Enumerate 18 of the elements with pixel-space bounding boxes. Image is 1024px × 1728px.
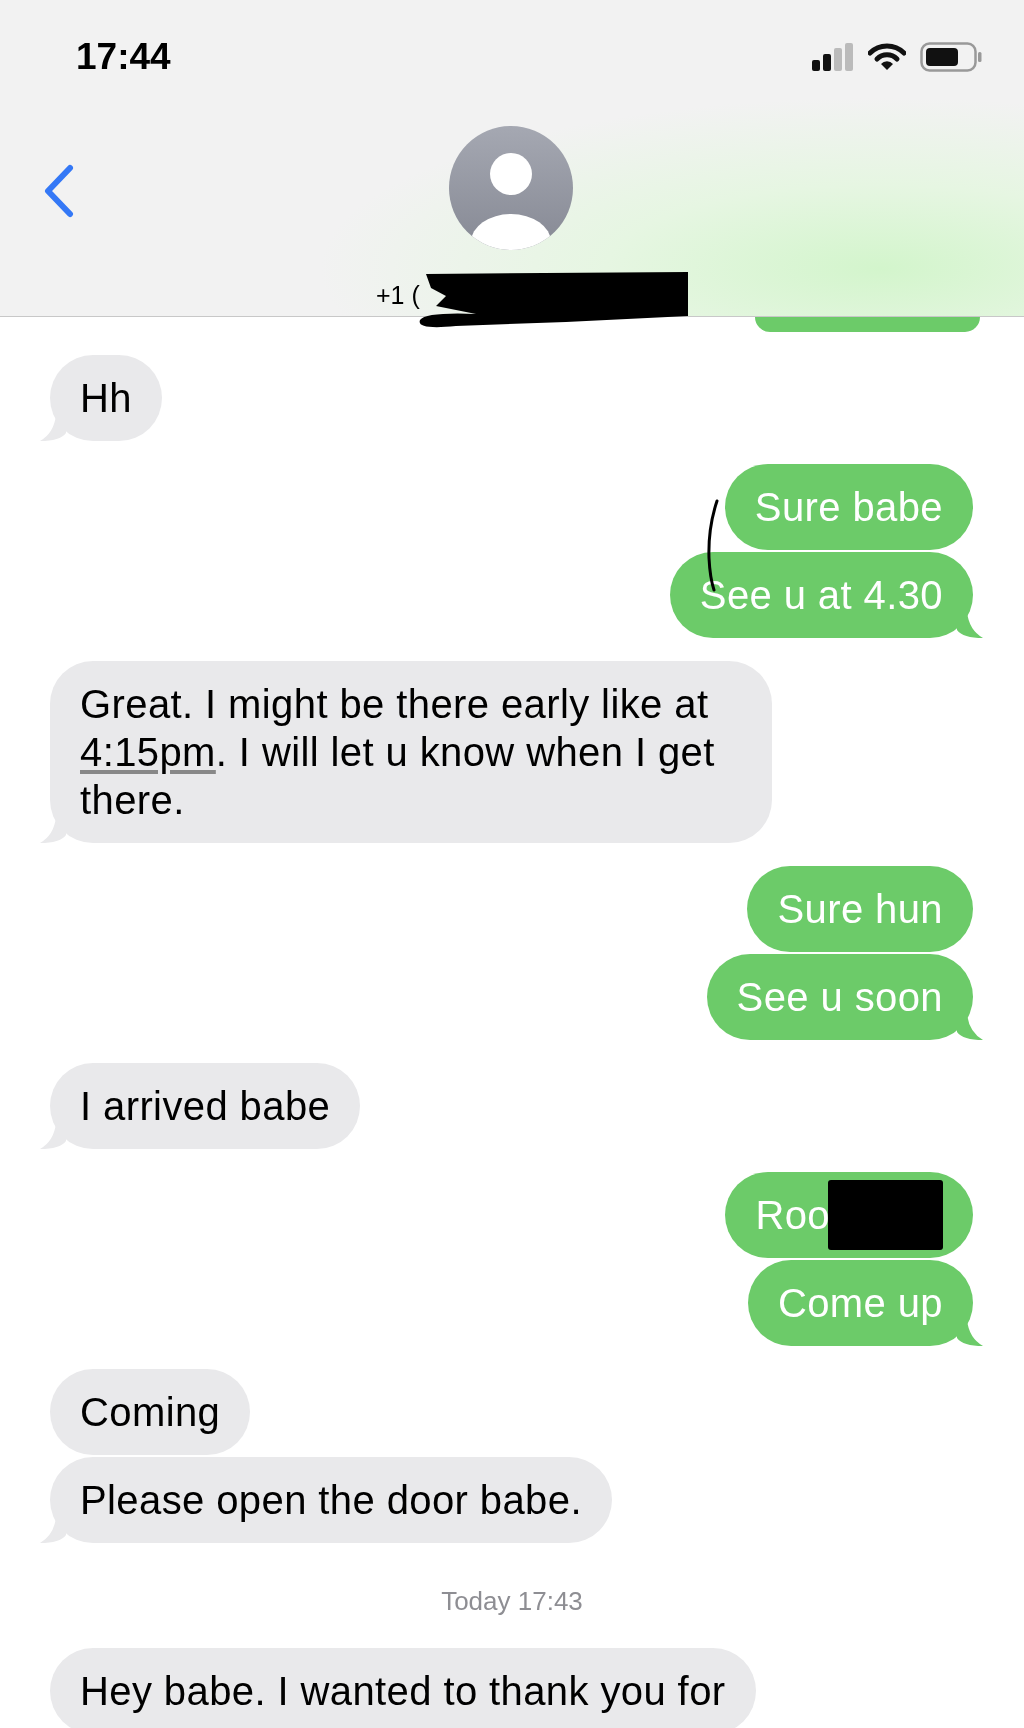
message-bubble: Coming: [50, 1369, 251, 1455]
wifi-icon: [868, 42, 906, 71]
battery-icon: [920, 41, 982, 72]
bubble-tail: [957, 1014, 983, 1040]
time-link[interactable]: 4:15pm: [80, 730, 216, 774]
signal-icon: [812, 42, 854, 71]
timestamp: Today 17:43: [441, 1585, 583, 1617]
message-text: Great. I might be there early like at 4:15pm. I will let u know when I get there.: [80, 681, 716, 824]
contact-number: +1 (: [376, 282, 420, 308]
status-time: 17:44: [76, 38, 171, 75]
message-text: Roo: [755, 1192, 830, 1239]
back-icon[interactable]: [42, 164, 74, 218]
message-bubble: Sure hun: [747, 866, 973, 952]
message-bubble: Sure babe: [724, 464, 973, 550]
avatar-icon: [449, 126, 573, 250]
bubble-tail: [957, 1320, 983, 1346]
bubble-tail: [957, 612, 983, 638]
message-bubble: Hey babe. I wanted to thank you for: [50, 1648, 756, 1728]
